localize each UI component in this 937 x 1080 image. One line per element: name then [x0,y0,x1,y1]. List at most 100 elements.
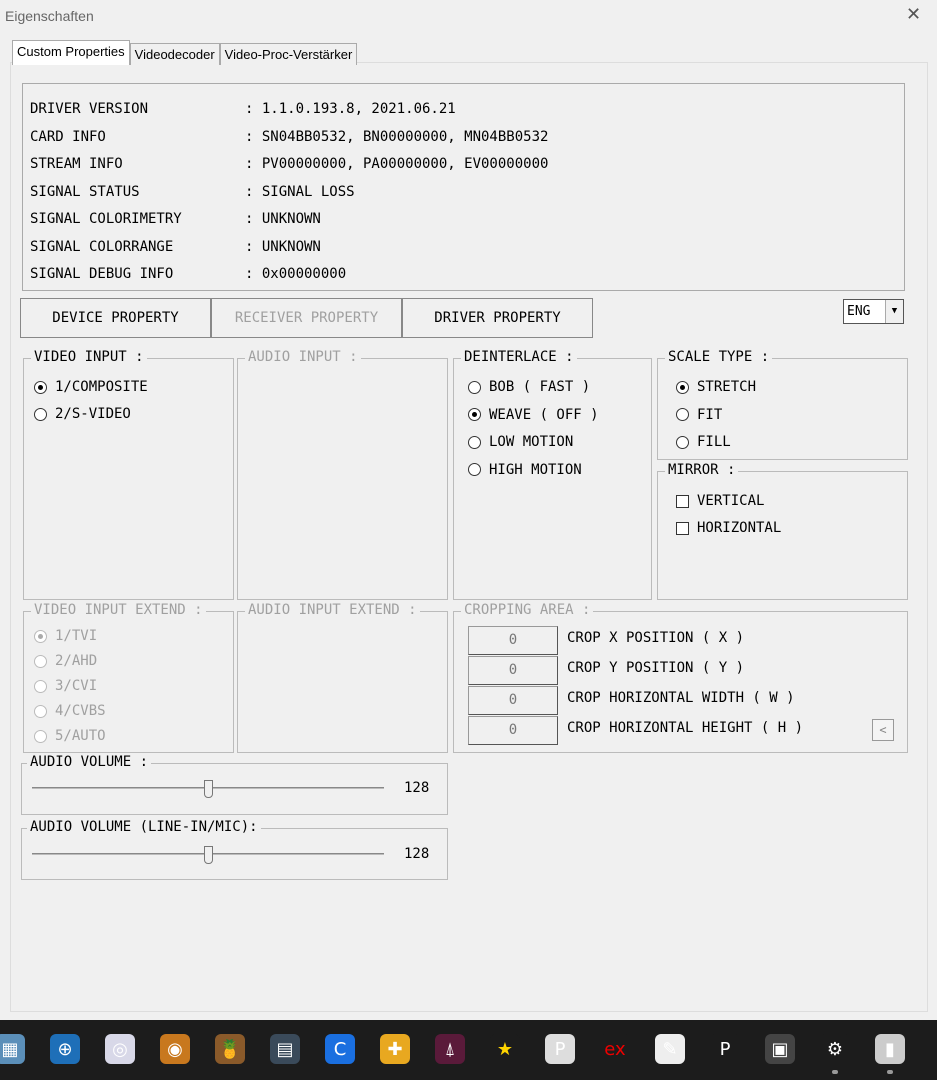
video-input-option[interactable]: 2/S-VIDEO [34,406,131,422]
info-key: SIGNAL DEBUG INFO [30,266,174,282]
chevron-down-icon[interactable]: ▼ [885,300,903,323]
info-key: SIGNAL COLORIMETRY [30,211,182,227]
crop-value-input[interactable]: 0 [468,686,558,715]
radio-button[interactable] [34,629,47,643]
radio-button[interactable] [34,654,47,668]
radio-button[interactable] [34,704,47,718]
ppsspp-icon[interactable]: ✚ [380,1034,410,1064]
video-input-label: VIDEO INPUT : [31,349,147,365]
radio-button[interactable] [34,679,47,693]
zoom-search-icon[interactable]: ⊕ [50,1034,80,1064]
running-indicator [832,1070,838,1074]
cropping-area-group: CROPPING AREA : < 0 CROP X POSITION ( X )… [453,602,908,753]
video-input-group: VIDEO INPUT : 1/COMPOSITE 2/S-VIDEO [23,349,234,600]
c-app-icon[interactable]: C [325,1034,355,1064]
video-input-extend-option[interactable]: 1/TVI [34,628,97,644]
radio-button[interactable] [34,407,47,421]
photo-editor-icon[interactable]: P [710,1034,740,1064]
option-label: VERTICAL [697,493,765,509]
crop-label: CROP Y POSITION ( Y ) [567,660,745,676]
mirror-horizontal-checkbox[interactable]: HORIZONTAL [676,520,781,536]
scale-type-option[interactable]: FIT [676,407,722,423]
audio-volume-slider-thumb[interactable] [204,780,213,798]
cleaner-icon[interactable]: ⍋ [435,1034,465,1064]
document-edit-icon[interactable]: ✎ [655,1034,685,1064]
tab-videodecoder[interactable]: Videodecoder [129,43,220,65]
checkbox[interactable] [676,521,689,535]
radio-button[interactable] [468,463,481,476]
info-value: : 1.1.0.193.8, 2021.06.21 [245,101,456,117]
star-icon[interactable]: ★ [490,1034,520,1064]
radio-button[interactable] [34,380,47,394]
deinterlace-option[interactable]: BOB ( FAST ) [468,379,590,395]
radio-button[interactable] [468,408,481,421]
running-indicator [887,1070,893,1074]
audio-volume-line-group: AUDIO VOLUME (LINE-IN/MIC): 128 [21,819,448,880]
crop-value-input[interactable]: 0 [468,656,558,685]
tab-video-proc[interactable]: Video-Proc-Verstärker [219,43,358,65]
audio-volume-group: AUDIO VOLUME : 128 [21,754,448,815]
mirror-label: MIRROR : [665,462,739,478]
audio-input-group: AUDIO INPUT : [237,349,448,600]
option-label: BOB ( FAST ) [489,379,591,395]
scale-type-option[interactable]: STRETCH [676,379,756,395]
info-value: : 0x00000000 [245,266,347,282]
deinterlace-option[interactable]: WEAVE ( OFF ) [468,407,599,423]
radio-button[interactable] [676,435,689,449]
deinterlace-label: DEINTERLACE : [461,349,577,365]
info-value: : SIGNAL LOSS [245,183,355,200]
mirror-group: MIRROR : VERTICAL HORIZONTAL [657,462,908,600]
receiver-property-button[interactable]: RECEIVER PROPERTY [211,298,402,338]
cropping-area-label: CROPPING AREA : [461,602,594,618]
mirror-vertical-checkbox[interactable]: VERTICAL [676,493,764,509]
video-film-icon[interactable]: ▤ [270,1034,300,1064]
video-input-extend-option[interactable]: 2/AHD [34,653,97,669]
driver-property-button[interactable]: DRIVER PROPERTY [402,298,593,338]
radio-button[interactable] [468,380,481,394]
option-label: 1/TVI [55,628,98,644]
info-row: SIGNAL COLORRANGE: UNKNOWN [30,239,321,259]
dvd-tool-icon[interactable]: ▣ [765,1034,795,1064]
tab-custom-properties[interactable]: Custom Properties [12,40,130,65]
crop-value-input[interactable]: 0 [468,626,558,655]
info-row: SIGNAL COLORIMETRY: UNKNOWN [30,211,321,231]
pdf24-icon[interactable]: P [545,1034,575,1064]
burn-disc-icon[interactable]: ◉ [160,1034,190,1064]
option-label: FILL [697,434,731,450]
checkbox[interactable] [676,494,689,508]
radio-button[interactable] [468,435,481,449]
option-label: STRETCH [697,379,757,395]
info-key: CARD INFO [30,128,106,145]
tab-bar: Custom Properties Videodecoder Video-Pro… [12,40,358,65]
video-input-extend-option[interactable]: 3/CVI [34,678,97,694]
crop-collapse-button[interactable]: < [872,719,894,741]
close-icon[interactable]: ✕ [906,4,921,25]
deinterlace-option[interactable]: LOW MOTION [468,434,573,450]
video-input-extend-option[interactable]: 5/AUTO [34,728,106,744]
info-row: STREAM INFO: PV00000000, PA00000000, EV0… [30,156,548,176]
crop-value-input[interactable]: 0 [468,716,558,745]
device-property-button[interactable]: DEVICE PROPERTY [20,298,211,338]
scale-type-option[interactable]: FILL [676,434,731,450]
taskbar: ▦ ⊕ ◎ ◉ 🍍 ▤ C ✚ ⍋ ★ Pex ✎ P ▣ ⚙ ▮ [0,1020,937,1080]
option-label: 2/S-VIDEO [55,406,131,422]
audio-input-label: AUDIO INPUT : [245,349,361,365]
dvd-icon[interactable]: ◎ [105,1034,135,1064]
calculator-icon[interactable]: ▦ [0,1034,25,1064]
audio-volume-label: AUDIO VOLUME : [27,754,152,770]
settings-icon[interactable]: ⚙ [820,1034,850,1064]
radio-button[interactable] [676,380,689,394]
info-value: : PV00000000, PA00000000, EV00000000 [245,156,549,172]
handbrake-icon[interactable]: 🍍 [215,1034,245,1064]
language-select[interactable]: ENG ▼ [843,299,904,324]
radio-button[interactable] [676,408,689,421]
device-icon[interactable]: ▮ [875,1034,905,1064]
video-input-extend-option[interactable]: 4/CVBS [34,703,106,719]
deinterlace-option[interactable]: HIGH MOTION [468,462,582,478]
video-input-option[interactable]: 1/COMPOSITE [34,379,148,395]
ex-icon[interactable]: ex [600,1034,630,1064]
crop-label: CROP X POSITION ( X ) [567,630,745,646]
audio-volume-value: 128 [404,780,430,796]
radio-button[interactable] [34,729,47,743]
audio-volume-line-slider-thumb[interactable] [204,846,213,864]
